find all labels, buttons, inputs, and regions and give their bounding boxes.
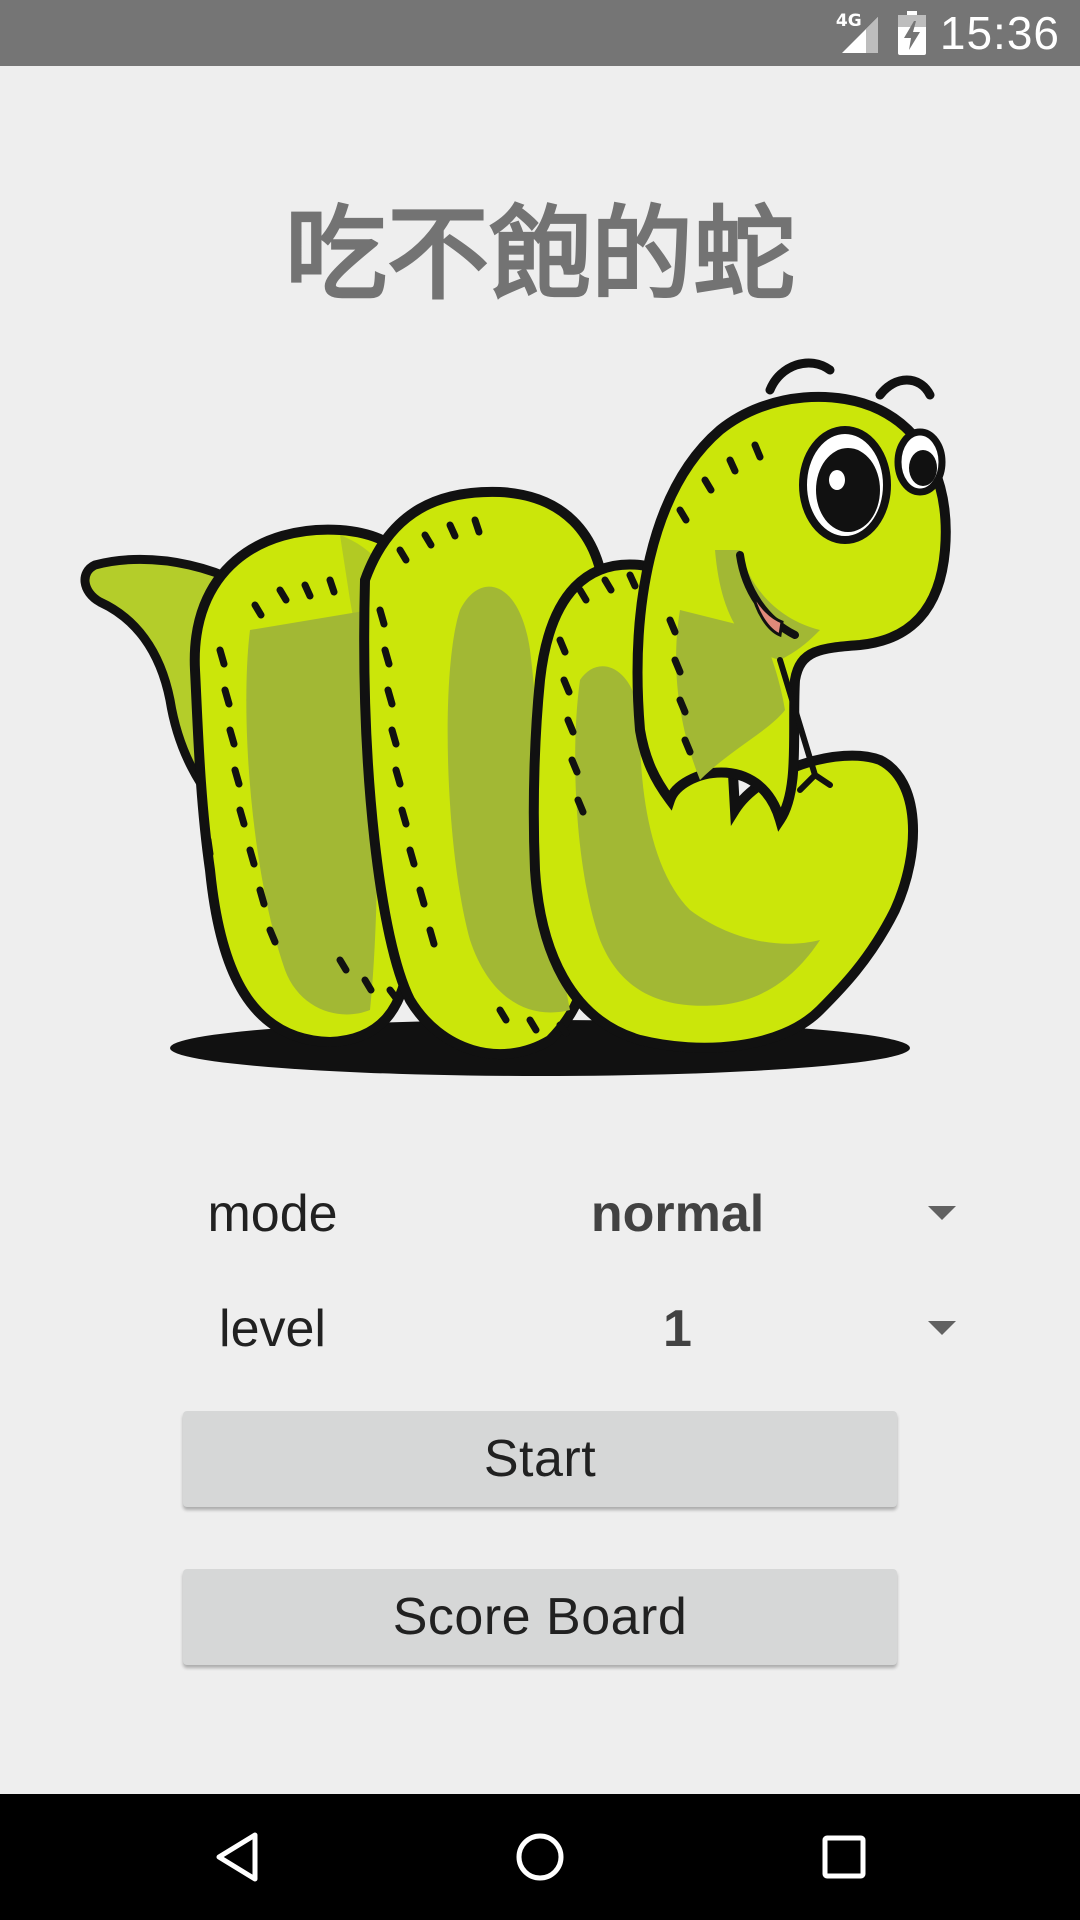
status-bar: 4G 15:36 [0, 0, 1080, 66]
home-icon [516, 1833, 564, 1881]
mode-spinner[interactable]: normal [510, 1164, 980, 1264]
snake-eyebrow-left [765, 358, 835, 395]
level-label: level [219, 1300, 326, 1358]
clock: 15:36 [939, 7, 1060, 59]
dropdown-arrow-icon [928, 1206, 956, 1220]
score-board-button[interactable]: Score Board [183, 1569, 897, 1665]
level-spinner[interactable]: 1 [510, 1279, 980, 1379]
mode-label: mode [207, 1185, 338, 1243]
recents-icon [822, 1835, 866, 1879]
app-title: 吃不飽的蛇 [285, 196, 795, 315]
snake-eyebrow-right [875, 375, 935, 400]
screen: 4G 15:36 吃不飽的蛇 mode normal level 1 Start… [0, 0, 1080, 1920]
navigation-bar [0, 1794, 1080, 1920]
signal-icon [841, 17, 878, 53]
mode-row: mode normal [180, 1164, 980, 1264]
level-value: 1 [663, 1300, 692, 1358]
back-icon [216, 1832, 258, 1882]
nav-home-button[interactable] [470, 1794, 610, 1920]
mode-value: normal [590, 1185, 765, 1243]
status-icons: 4G 15:36 [836, 0, 1060, 66]
battery-charging-icon [897, 11, 926, 55]
nav-back-button[interactable] [167, 1794, 307, 1920]
start-button[interactable]: Start [183, 1411, 897, 1507]
level-row: level 1 [180, 1279, 980, 1379]
dropdown-arrow-icon [928, 1321, 956, 1335]
nav-recents-button[interactable] [774, 1794, 914, 1920]
snake-illustration [80, 358, 951, 1076]
network-indicator: 4G [836, 11, 884, 55]
